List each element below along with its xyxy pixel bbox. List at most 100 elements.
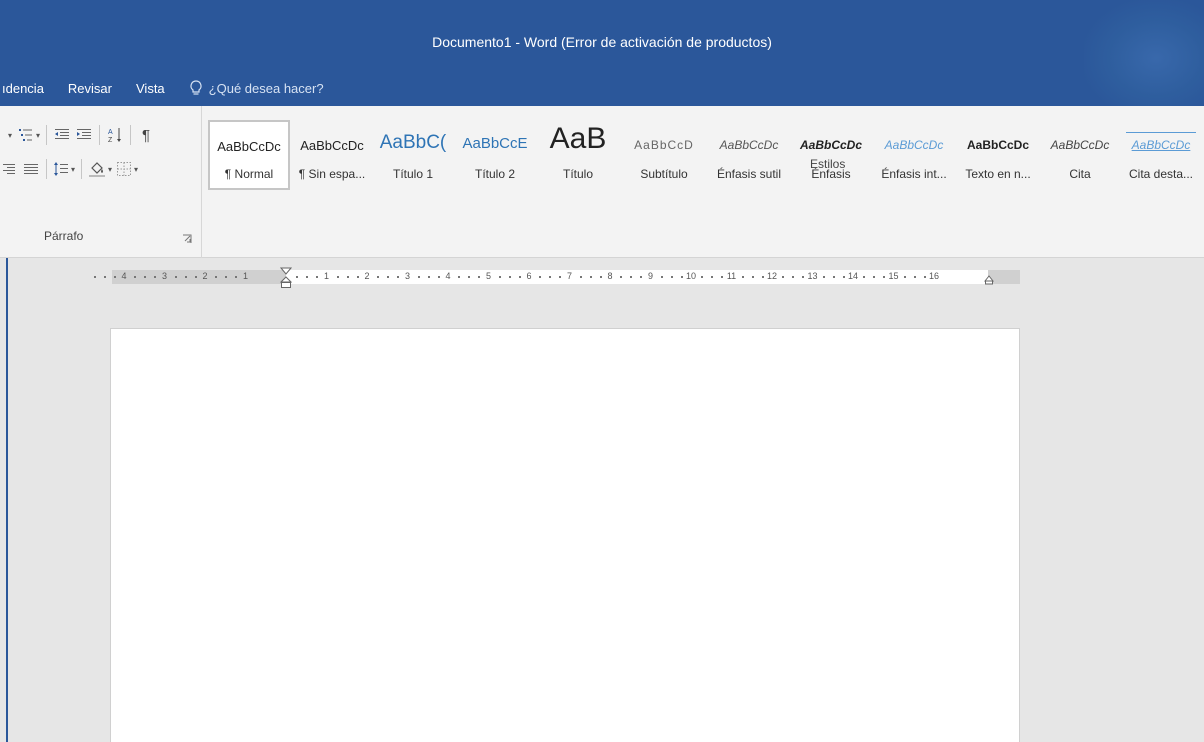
ruler-tick	[113, 276, 116, 278]
ruler-tick	[883, 276, 886, 278]
style-name: Título 2	[474, 167, 516, 181]
chevron-down-icon: ▾	[71, 164, 76, 174]
style-normal[interactable]: AaBbCcDc ¶ Normal	[208, 120, 290, 190]
ruler-tick	[923, 276, 926, 278]
pilcrow-icon: ¶	[141, 126, 151, 144]
align-right-icon	[3, 164, 15, 174]
increase-indent-button[interactable]	[75, 123, 93, 147]
indent-marker-icon[interactable]	[280, 267, 292, 289]
tab-revisar[interactable]: Revisar	[68, 81, 112, 96]
style-sample: AaB	[549, 122, 607, 155]
ruler-tick	[468, 276, 471, 278]
tab-vista[interactable]: Vista	[136, 81, 165, 96]
title-bar-decoration	[1084, 0, 1204, 106]
chevron-down-icon: ▾	[134, 164, 139, 174]
separator	[46, 159, 47, 179]
paragraph-row-1: ▾ ▾ A Z ¶	[0, 123, 155, 147]
right-indent-marker-icon[interactable]	[984, 275, 994, 285]
style-cita[interactable]: AaBbCcDc Cita	[1040, 120, 1120, 190]
style-name: ¶ Normal	[224, 167, 274, 181]
ruler-tick	[498, 276, 501, 278]
document-page[interactable]	[110, 328, 1020, 742]
ruler-tick	[822, 276, 825, 278]
ruler-tick	[184, 276, 187, 278]
style-sample: AaBbCcDc	[1131, 138, 1191, 152]
ruler-tick	[721, 276, 724, 278]
ruler-tick	[417, 276, 420, 278]
horizontal-ruler[interactable]: 4 3 2 1 1 2 3 4 5 6 7 8 9 10 11 12 13 14 15 16	[93, 267, 1020, 289]
ruler-tick	[215, 276, 218, 278]
ruler-tick	[599, 276, 602, 278]
ruler-tick	[518, 276, 521, 278]
ruler-number: 2	[364, 271, 370, 281]
separator	[46, 125, 48, 145]
sort-button[interactable]: A Z	[106, 123, 124, 147]
style-name: Título 1	[392, 167, 434, 181]
ruler-number: 4	[445, 271, 451, 281]
ruler-tick	[296, 276, 299, 278]
style-sample: AaBbCcE	[462, 135, 528, 152]
borders-button[interactable]: ▾	[116, 157, 138, 181]
styles-gallery: AaBbCcDc ¶ Normal AaBbCcDc ¶ Sin espa...…	[208, 120, 1204, 190]
ruler-tick	[579, 276, 582, 278]
ruler-tick	[103, 276, 106, 278]
style-sample: AaBbCcDc	[300, 138, 364, 153]
dialog-launcher-icon[interactable]	[182, 234, 192, 244]
ruler-tick	[640, 276, 643, 278]
ruler-tick	[761, 276, 764, 278]
multilevel-list-button[interactable]: ▾	[18, 123, 40, 147]
numbering-dropdown[interactable]: ▾	[0, 123, 18, 147]
styles-group-label: Estilos	[810, 157, 846, 171]
separator	[130, 125, 132, 145]
svg-text:A: A	[108, 129, 113, 136]
ruler-number: 4	[121, 271, 127, 281]
ruler-tick	[427, 276, 430, 278]
ruler-number: 6	[526, 271, 532, 281]
separator	[99, 125, 101, 145]
style-cita-destacada[interactable]: AaBbCcDc Cita desta...	[1120, 120, 1202, 190]
ruler-tick	[154, 276, 157, 278]
ruler-tick	[670, 276, 673, 278]
chevron-down-icon: ▾	[108, 164, 113, 174]
chevron-down-icon: ▾	[36, 130, 41, 140]
ruler-tick	[508, 276, 511, 278]
ruler-tick	[832, 276, 835, 278]
ruler-tick	[620, 276, 623, 278]
style-sin-espaciado[interactable]: AaBbCcDc ¶ Sin espa...	[292, 120, 372, 190]
separator	[81, 159, 83, 179]
ruler-number: 3	[161, 271, 167, 281]
line-spacing-button[interactable]: ▾	[53, 157, 75, 181]
style-titulo-1[interactable]: AaBbC( Título 1	[372, 120, 454, 190]
style-sample: AaBbCcDc	[884, 138, 944, 152]
ruler-tick	[225, 276, 228, 278]
show-formatting-button[interactable]: ¶	[137, 123, 155, 147]
style-titulo-2[interactable]: AaBbCcE Título 2	[454, 120, 536, 190]
style-name: Subtítulo	[640, 167, 688, 181]
style-subtitulo[interactable]: AaBbCcD Subtítulo	[620, 120, 708, 190]
justify-button[interactable]	[22, 157, 40, 181]
window-left-edge	[6, 258, 8, 742]
ruler-tick	[478, 276, 481, 278]
align-right-button[interactable]	[0, 157, 18, 181]
paragraph-row-2: ▾ ▾ ▾	[0, 157, 138, 181]
style-titulo[interactable]: AaB Título	[536, 120, 620, 190]
ruler-number: 10	[685, 271, 696, 281]
style-name: ¶ Sin espa...	[298, 167, 366, 181]
decrease-indent-button[interactable]	[53, 123, 71, 147]
tell-me-box[interactable]: ¿Qué desea hacer?	[189, 80, 324, 96]
style-texto-en-negrita[interactable]: AaBbCcDc Texto en n...	[956, 120, 1040, 190]
style-sample: AaBbC(	[379, 132, 447, 153]
style-name: Título	[562, 167, 593, 181]
style-enfasis-sutil[interactable]: AaBbCcDc Énfasis sutil	[708, 120, 790, 190]
ruler-tick	[660, 276, 663, 278]
ruler-tick	[387, 276, 390, 278]
svg-text:Z: Z	[108, 137, 113, 144]
ruler-tick	[316, 276, 319, 278]
ruler-tick	[913, 276, 916, 278]
tab-referencias[interactable]: ıdencia	[2, 81, 44, 96]
style-enfasis-intenso[interactable]: AaBbCcDc Énfasis int...	[872, 120, 956, 190]
ruler-number: 1	[242, 271, 248, 281]
ruler-number: 13	[807, 271, 818, 281]
shading-button[interactable]: ▾	[88, 157, 112, 181]
style-enfasis[interactable]: AaBbCcDc Énfasis	[792, 120, 870, 190]
